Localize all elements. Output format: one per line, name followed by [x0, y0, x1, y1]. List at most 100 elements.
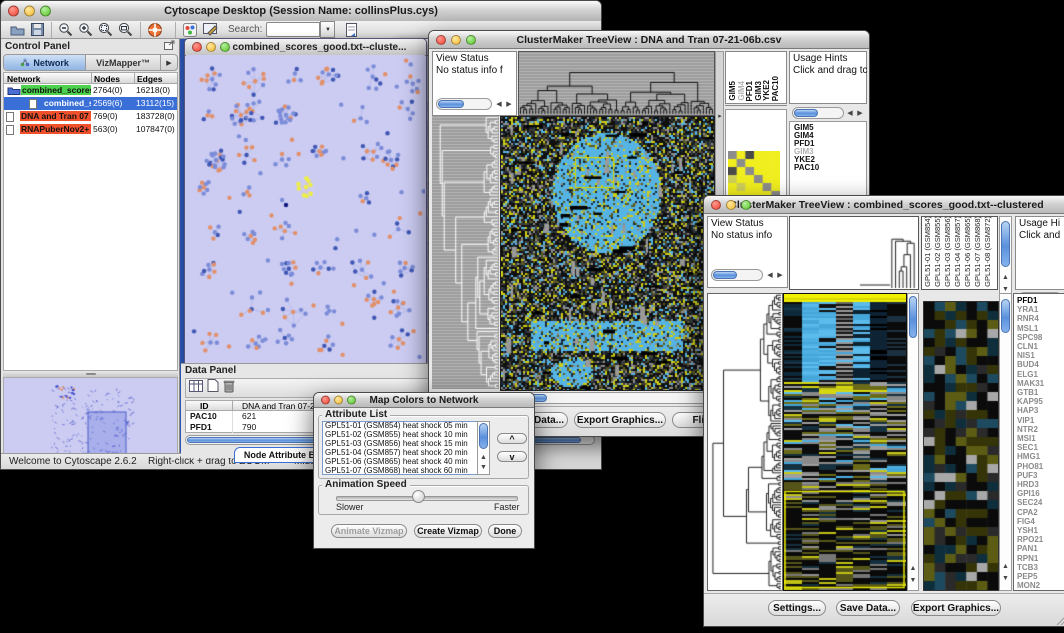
scrollbar-thumb[interactable] — [1001, 299, 1010, 333]
zoom-fit-icon[interactable] — [116, 21, 136, 39]
view-status-hscrollbar[interactable] — [436, 98, 492, 110]
network-list-row[interactable]: DNA and Tran 07769(0)183728(0) — [4, 110, 177, 123]
gene-label[interactable]: SPC98 — [1017, 333, 1064, 342]
scroll-down-icon[interactable]: ▼ — [478, 463, 489, 473]
scrollbar-thumb[interactable] — [479, 423, 488, 449]
network-name[interactable]: combined_sco — [43, 98, 91, 108]
gene-label[interactable]: PUF3 — [1017, 471, 1064, 480]
search-input[interactable] — [266, 22, 320, 37]
column-label[interactable]: GPL51-04 (GSM857) — [954, 216, 962, 287]
network-table-header[interactable]: Network Nodes Edges — [3, 72, 178, 84]
usage-hints-hscrollbar[interactable] — [792, 107, 844, 119]
tab-network[interactable]: Network — [4, 55, 86, 70]
gene-label[interactable]: PHO81 — [1017, 462, 1064, 471]
settings-button[interactable]: Settings... — [768, 600, 826, 616]
scroll-left-icon[interactable]: ◀ — [845, 109, 855, 119]
animate-vizmap-button[interactable]: Animate Vizmap — [331, 524, 407, 538]
vizmapper-icon[interactable] — [180, 21, 200, 39]
gene-label[interactable]: TCB3 — [1017, 563, 1064, 572]
zoom-window-icon[interactable] — [741, 200, 751, 210]
gene-list-vscrollbar[interactable]: ▲ ▼ — [999, 293, 1012, 591]
delete-attribute-icon[interactable] — [223, 379, 235, 398]
create-vizmap-button[interactable]: Create Vizmap — [414, 524, 482, 538]
column-label[interactable]: GPL51-08 (GSM872) — [984, 216, 992, 287]
gene-label[interactable]: RNR4 — [1017, 314, 1064, 323]
search-dropdown-icon[interactable]: ▼ — [320, 21, 335, 38]
minimize-icon[interactable] — [334, 396, 343, 405]
gene-label[interactable]: YRA1 — [1017, 305, 1064, 314]
scroll-right-icon[interactable]: ▶ — [504, 100, 514, 110]
scroll-down-icon[interactable]: ▼ — [908, 576, 918, 586]
close-icon[interactable] — [192, 42, 202, 52]
scrollbar-thumb[interactable] — [438, 100, 464, 108]
secondary-heatmap-canvas[interactable] — [923, 301, 999, 591]
column-label[interactable]: GIM5 — [729, 81, 737, 101]
gene-label[interactable]: MSI1 — [1017, 434, 1064, 443]
heatmap-vscrollbar[interactable]: ▲ ▼ — [907, 293, 919, 591]
heatmap-canvas[interactable] — [783, 293, 907, 591]
float-panel-icon[interactable] — [164, 37, 175, 55]
import-table-icon[interactable] — [341, 21, 361, 39]
zoom-window-icon[interactable] — [220, 42, 230, 52]
network-name[interactable]: RNAPuberNov2+ — [20, 124, 91, 134]
network-view-canvas[interactable] — [186, 55, 425, 363]
gene-label[interactable]: HRD3 — [1017, 480, 1064, 489]
close-icon[interactable] — [8, 6, 19, 17]
gene-label[interactable]: MSL1 — [1017, 324, 1064, 333]
column-label[interactable]: GPL51-01 (GSM854) — [924, 216, 932, 287]
main-titlebar[interactable]: Cytoscape Desktop (Session Name: collins… — [1, 1, 601, 22]
minimize-icon[interactable] — [206, 42, 216, 52]
move-down-button[interactable]: v — [497, 451, 527, 462]
gene-label[interactable]: BUD4 — [1017, 360, 1064, 369]
save-icon[interactable] — [27, 21, 47, 39]
column-label[interactable]: PFD1 — [746, 81, 754, 101]
slider-thumb[interactable] — [412, 490, 425, 503]
row-dendrogram-canvas[interactable] — [707, 293, 783, 591]
attribute-list[interactable]: GPL51-01 (GSM854) heat shock 05 minGPL51… — [322, 421, 490, 475]
gene-label[interactable]: MAK31 — [1017, 379, 1064, 388]
gene-label[interactable]: NIS1 — [1017, 351, 1064, 360]
column-label[interactable]: PAC10 — [772, 76, 780, 101]
column-header-network[interactable]: Network — [7, 74, 41, 84]
gene-label[interactable]: HMG1 — [1017, 452, 1064, 461]
scroll-up-icon[interactable]: ▲ — [1000, 273, 1011, 283]
scroll-up-icon[interactable]: ▲ — [478, 453, 489, 463]
done-button[interactable]: Done — [488, 524, 522, 538]
row-dendrogram-canvas[interactable] — [432, 116, 499, 389]
gene-label[interactable]: PEP5 — [1017, 572, 1064, 581]
tab-overflow-button[interactable]: ▶ — [160, 55, 177, 70]
treeview-dna-titlebar[interactable]: ClusterMaker TreeView : DNA and Tran 07-… — [429, 31, 869, 49]
minimize-icon[interactable] — [451, 35, 461, 45]
attribute-list-vscrollbar[interactable]: ▲ ▼ — [477, 421, 490, 475]
zoom-in-icon[interactable] — [76, 21, 96, 39]
gene-label[interactable]: SEC24 — [1017, 498, 1064, 507]
gene-label[interactable]: ELG1 — [1017, 370, 1064, 379]
gene-label[interactable]: GTB1 — [1017, 388, 1064, 397]
close-icon[interactable] — [711, 200, 721, 210]
gene-label[interactable]: CPA2 — [1017, 508, 1064, 517]
zoom-window-icon[interactable] — [347, 396, 356, 405]
animation-speed-slider[interactable] — [336, 496, 518, 501]
network-view-titlebar[interactable]: combined_scores_good.txt--cluste... — [185, 39, 426, 56]
move-up-button[interactable]: ^ — [497, 433, 527, 444]
scroll-down-icon[interactable]: ▼ — [1000, 574, 1011, 584]
export-graphics-button[interactable]: Export Graphics... — [911, 600, 1001, 616]
gene-label[interactable]: GPI16 — [1017, 489, 1064, 498]
gene-label[interactable]: HAP3 — [1017, 406, 1064, 415]
zoom-window-icon[interactable] — [466, 35, 476, 45]
tab-vizmapper[interactable]: VizMapper™ — [86, 55, 160, 70]
column-dendrogram-panel[interactable] — [789, 216, 919, 290]
gene-label[interactable]: PFD1 — [1017, 296, 1064, 305]
column-header-nodes[interactable]: Nodes — [94, 74, 120, 84]
open-file-icon[interactable] — [7, 21, 27, 39]
scroll-right-icon[interactable]: ▶ — [855, 109, 865, 119]
gene-label[interactable]: VIP1 — [1017, 416, 1064, 425]
heatmap-canvas[interactable] — [500, 116, 715, 391]
minimize-icon[interactable] — [726, 200, 736, 210]
scrollbar-thumb[interactable] — [713, 271, 737, 279]
gene-label[interactable]: FIG4 — [1017, 517, 1064, 526]
gene-label[interactable]: NTR2 — [1017, 425, 1064, 434]
view-status-hscrollbar[interactable] — [711, 269, 763, 281]
zoom-selected-icon[interactable] — [96, 21, 116, 39]
column-label[interactable]: GPL51-02 (GSM855) — [934, 216, 942, 287]
